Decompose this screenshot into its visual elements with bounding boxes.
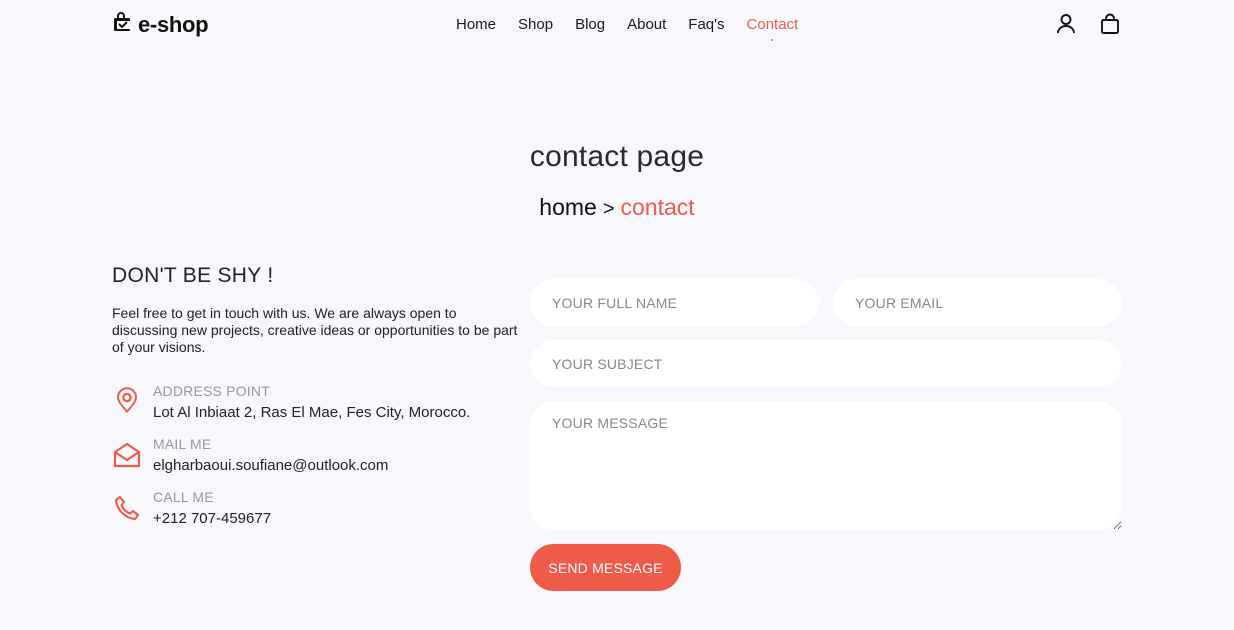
nav-faqs[interactable]: Faq's — [688, 15, 724, 35]
contact-label: ADDRESS POINT — [153, 383, 270, 399]
breadcrumb: home > contact — [0, 194, 1234, 221]
nav-about[interactable]: About — [627, 15, 666, 35]
logo[interactable]: e-shop — [112, 11, 209, 38]
contact-item-phone: CALL ME +212 707-459677 — [112, 489, 271, 527]
contact-label: CALL ME — [153, 489, 214, 505]
breadcrumb-home[interactable]: home — [539, 194, 597, 220]
message-textarea[interactable] — [530, 401, 1122, 530]
main-nav: Home Shop Blog About Faq's Contact — [456, 15, 798, 41]
nav-home[interactable]: Home — [456, 15, 496, 35]
nav-contact[interactable]: Contact — [747, 15, 798, 41]
site-header: e-shop Home Shop Blog About Faq's Contac… — [0, 0, 1234, 50]
breadcrumb-separator: > — [602, 198, 615, 220]
header-actions — [1056, 13, 1120, 35]
contact-value: elgharbaoui.soufiane@outlook.com — [153, 457, 389, 474]
contact-item-mail: MAIL ME elgharbaoui.soufiane@outlook.com — [112, 436, 388, 474]
send-message-button[interactable]: SEND MESSAGE — [530, 544, 681, 591]
user-icon[interactable] — [1056, 13, 1076, 35]
contact-value: +212 707-459677 — [153, 510, 272, 527]
contact-label: MAIL ME — [153, 436, 212, 452]
page-title: contact page — [529, 140, 705, 173]
phone-icon — [112, 493, 142, 523]
logo-text: e-shop — [138, 11, 209, 37]
location-pin-icon — [112, 387, 142, 417]
info-heading: DON'T BE SHY ! — [112, 264, 274, 287]
shopping-bag-logo-icon — [112, 11, 134, 38]
breadcrumb-current: contact — [620, 194, 695, 220]
shopping-bag-icon[interactable] — [1100, 13, 1120, 35]
contact-value: Lot Al Inbiaat 2, Ras El Mae, Fes City, … — [153, 404, 471, 421]
nav-shop[interactable]: Shop — [518, 15, 553, 35]
nav-blog[interactable]: Blog — [575, 15, 605, 35]
contact-item-address: ADDRESS POINT Lot Al Inbiaat 2, Ras El M… — [112, 383, 470, 421]
envelope-icon — [112, 440, 142, 470]
contact-info: DON'T BE SHY ! Feel free to get in touch… — [112, 264, 522, 356]
info-lead: Feel free to get in touch with us. We ar… — [112, 305, 518, 355]
full-name-input[interactable] — [530, 279, 819, 326]
subject-input[interactable] — [530, 340, 1122, 387]
email-input[interactable] — [833, 279, 1122, 326]
